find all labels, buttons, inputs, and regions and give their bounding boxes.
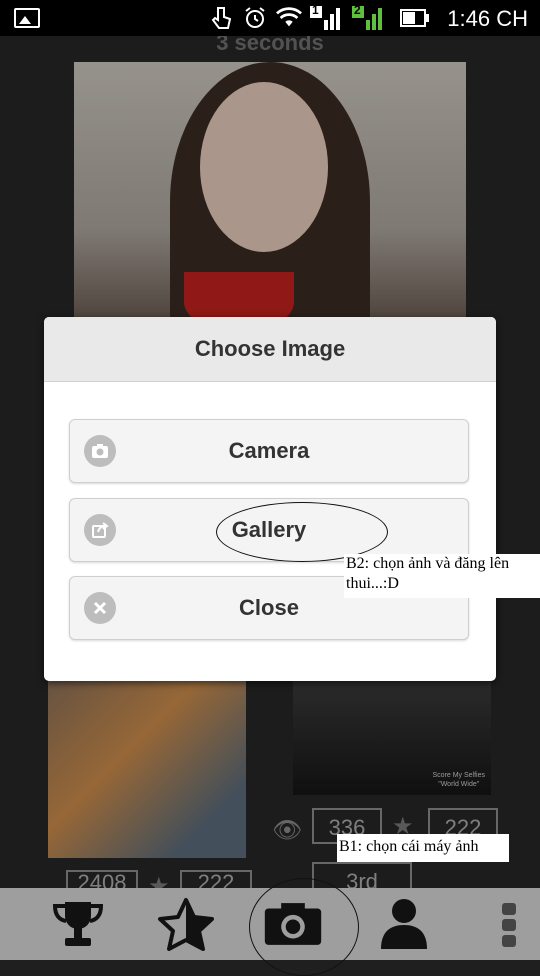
sim2-badge: 2 [354,3,361,17]
camera-button[interactable]: Camera [69,419,469,483]
trophy-icon[interactable] [48,896,108,952]
gallery-highlight-ellipse [216,502,388,562]
battery-icon [400,6,430,30]
signal-icon-1: 1 [310,3,344,30]
wifi-icon [276,6,302,30]
camera-button-label: Camera [228,438,310,463]
status-icons: 1 2 [208,3,430,32]
dialog-title: Choose Image [44,317,496,382]
choose-image-dialog: Choose Image Camera Gallery Close [44,317,496,681]
star-icon[interactable] [156,896,216,952]
gallery-notification-icon [14,8,40,28]
annotation-step2: B2: chọn ảnh và đăng lên thui...:D [344,554,540,598]
annotation-step1: B1: chọn cái máy ảnh [337,834,509,862]
alarm-icon [242,6,268,30]
status-bar: 1 2 1:46 CH [0,0,540,36]
signal-icon-2: 2 [352,3,386,30]
more-icon[interactable] [494,896,524,952]
touch-icon [208,6,234,30]
clock: 1:46 CH [447,6,528,31]
profile-icon[interactable] [374,896,434,952]
sim1-badge: 1 [312,3,319,17]
camera-highlight-ellipse [249,878,359,976]
